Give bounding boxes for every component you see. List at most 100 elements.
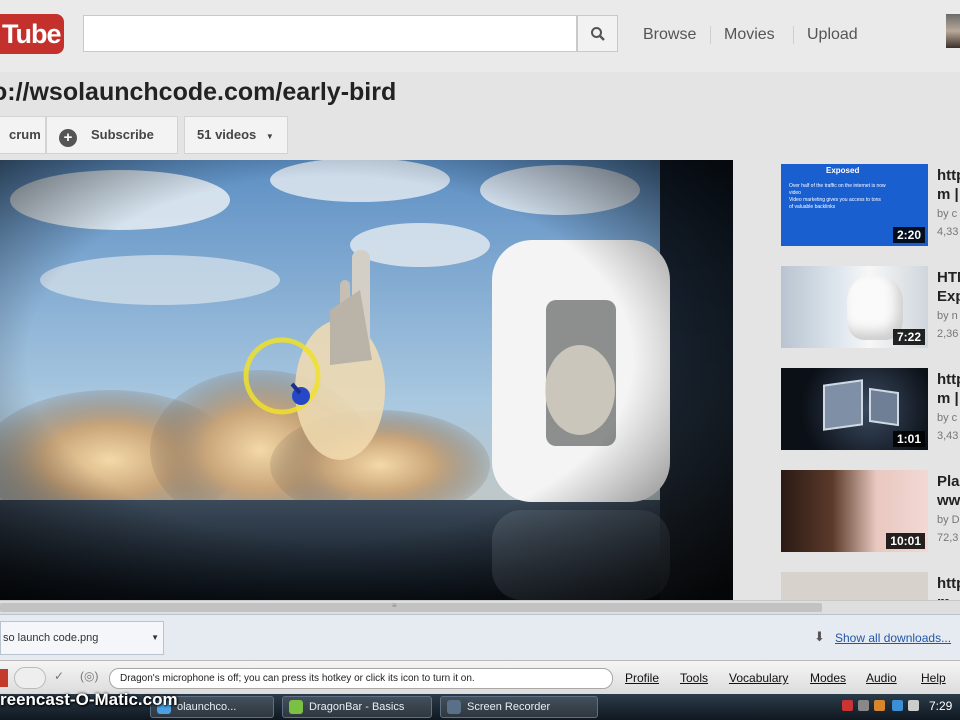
- video-views: 2,36: [937, 328, 959, 340]
- taskbar-item-screen-recorder[interactable]: Screen Recorder: [440, 696, 598, 718]
- subscribe-label: Subscribe: [91, 127, 154, 142]
- masthead: Tube Browse Movies Upload: [0, 0, 960, 72]
- dragon-bar: ✓ (◎) Dragon's microphone is off; you ca…: [0, 660, 960, 694]
- video-player[interactable]: O: [0, 160, 733, 600]
- video-title[interactable]: http m |: [937, 370, 960, 408]
- video-frame: [0, 160, 733, 600]
- video-views: 72,3: [937, 532, 959, 544]
- related-video-item[interactable]: Exposed Over half of the traffic on the …: [781, 164, 960, 246]
- page-title: o://wsolaunchcode.com/early-bird: [0, 78, 397, 106]
- video-title-line: m |: [937, 186, 959, 203]
- search-input[interactable]: [83, 15, 577, 52]
- checkmark-icon[interactable]: ✓: [54, 669, 64, 683]
- screens-image: [823, 379, 863, 431]
- thumbnail-line: of valuable backlinks: [789, 204, 836, 210]
- tray-icon[interactable]: [842, 700, 853, 711]
- duration-badge: 10:01: [886, 533, 925, 549]
- download-shelf: so launch code.png ▼ ⬇ Show all download…: [0, 614, 960, 660]
- thumbnail-heading: Exposed: [826, 166, 860, 175]
- plus-icon: +: [59, 129, 77, 147]
- download-arrow-icon: ⬇: [814, 629, 825, 644]
- menu-modes[interactable]: Modes: [810, 671, 846, 685]
- scrollbar-thumb[interactable]: [0, 603, 822, 612]
- duration-badge: 7:22: [892, 329, 925, 345]
- download-filename: so launch code.png: [3, 632, 99, 644]
- video-thumbnail[interactable]: 7:22: [781, 266, 928, 348]
- menu-tools[interactable]: Tools: [680, 671, 708, 685]
- screens-image: [869, 387, 899, 427]
- video-uploader: by D: [937, 514, 960, 526]
- dragon-status-field: Dragon's microphone is off; you can pres…: [109, 668, 613, 689]
- show-all-downloads-link[interactable]: Show all downloads...: [835, 631, 951, 645]
- subscribe-button[interactable]: + Subscribe: [46, 116, 178, 154]
- menu-vocabulary[interactable]: Vocabulary: [729, 671, 788, 685]
- taskbar-item-label: olaunchco...: [177, 701, 237, 713]
- related-video-item[interactable]: 10:01 Pla ww by D 72,3: [781, 470, 960, 552]
- video-title-line: m: [937, 593, 960, 600]
- video-title-line: Exp: [937, 288, 960, 305]
- search-button[interactable]: [577, 15, 618, 52]
- nav-movies[interactable]: Movies: [724, 26, 775, 44]
- related-video-item[interactable]: 1:01 http m | by c 3,43: [781, 368, 960, 450]
- nav-divider: [710, 26, 711, 44]
- nav-upload[interactable]: Upload: [807, 26, 858, 44]
- thumbnail-line: Video marketing gives you access to tons: [789, 197, 881, 203]
- taskbar-item-dragonbar[interactable]: DragonBar - Basics: [282, 696, 432, 718]
- microphone-toggle[interactable]: [0, 669, 8, 687]
- download-item[interactable]: so launch code.png ▼: [0, 621, 164, 655]
- toggle-switch[interactable]: [14, 667, 46, 689]
- taskbar-item-label: Screen Recorder: [467, 701, 551, 713]
- duration-badge: 1:01: [892, 431, 925, 447]
- nav-divider: [793, 26, 794, 44]
- tray-icon[interactable]: [874, 700, 885, 711]
- channel-name-label: crum: [9, 127, 41, 142]
- nav-browse[interactable]: Browse: [643, 26, 696, 44]
- video-thumbnail[interactable]: 1:01: [781, 368, 928, 450]
- avatar[interactable]: [946, 14, 960, 48]
- menu-help[interactable]: Help: [921, 671, 946, 685]
- video-uploader: by n: [937, 310, 958, 322]
- video-title-line: ww: [937, 492, 960, 509]
- video-views: 3,43: [937, 430, 959, 442]
- video-title-line: http: [937, 371, 960, 388]
- tray-icon[interactable]: [908, 700, 919, 711]
- video-title-line: HTM: [937, 269, 960, 286]
- video-uploader: by c: [937, 412, 958, 424]
- video-thumbnail[interactable]: [781, 572, 928, 600]
- video-title-line: Pla: [937, 473, 960, 490]
- duration-badge: 2:20: [892, 227, 925, 243]
- audio-icon[interactable]: (◎): [80, 669, 98, 683]
- tray-icon[interactable]: [858, 700, 869, 711]
- video-title[interactable]: Pla ww: [937, 472, 960, 510]
- videos-dropdown[interactable]: 51 videos ▼: [184, 116, 288, 154]
- videos-count-label: 51 videos: [197, 127, 257, 142]
- video-title-line: http: [937, 167, 960, 184]
- menu-profile[interactable]: Profile: [625, 671, 659, 685]
- grip-icon: ≡: [392, 601, 397, 610]
- chevron-down-icon: ▼: [265, 132, 274, 141]
- video-title[interactable]: HTM Exp: [937, 268, 960, 306]
- video-thumbnail[interactable]: 10:01: [781, 470, 928, 552]
- youtube-logo[interactable]: Tube: [0, 14, 64, 54]
- video-views: 4,33: [937, 226, 959, 238]
- thumbnail-line: video: [789, 190, 801, 196]
- dragon-icon: [289, 700, 303, 714]
- tray-icon[interactable]: [892, 700, 903, 711]
- menu-audio[interactable]: Audio: [866, 671, 897, 685]
- channel-name-button[interactable]: crum: [0, 116, 46, 154]
- chevron-down-icon[interactable]: ▼: [151, 622, 159, 654]
- thumbnail-line: Over half of the traffic on the internet…: [789, 183, 886, 189]
- taskbar-clock: 7:29: [929, 699, 953, 713]
- screencast-watermark: reencast-O-Matic.com: [0, 690, 178, 709]
- video-uploader: by c: [937, 208, 958, 220]
- video-title[interactable]: http m |: [937, 166, 960, 204]
- horizontal-scrollbar[interactable]: ≡: [0, 600, 960, 614]
- video-title-line: m |: [937, 390, 959, 407]
- thumbnail-text: Over half of the traffic on the internet…: [789, 183, 921, 211]
- recorder-icon: [447, 700, 461, 714]
- search-icon: [591, 27, 605, 41]
- video-thumbnail[interactable]: Exposed Over half of the traffic on the …: [781, 164, 928, 246]
- related-video-item[interactable]: httpm: [781, 572, 960, 600]
- video-title[interactable]: httpm: [937, 574, 960, 600]
- related-video-item[interactable]: 7:22 HTM Exp by n 2,36: [781, 266, 960, 348]
